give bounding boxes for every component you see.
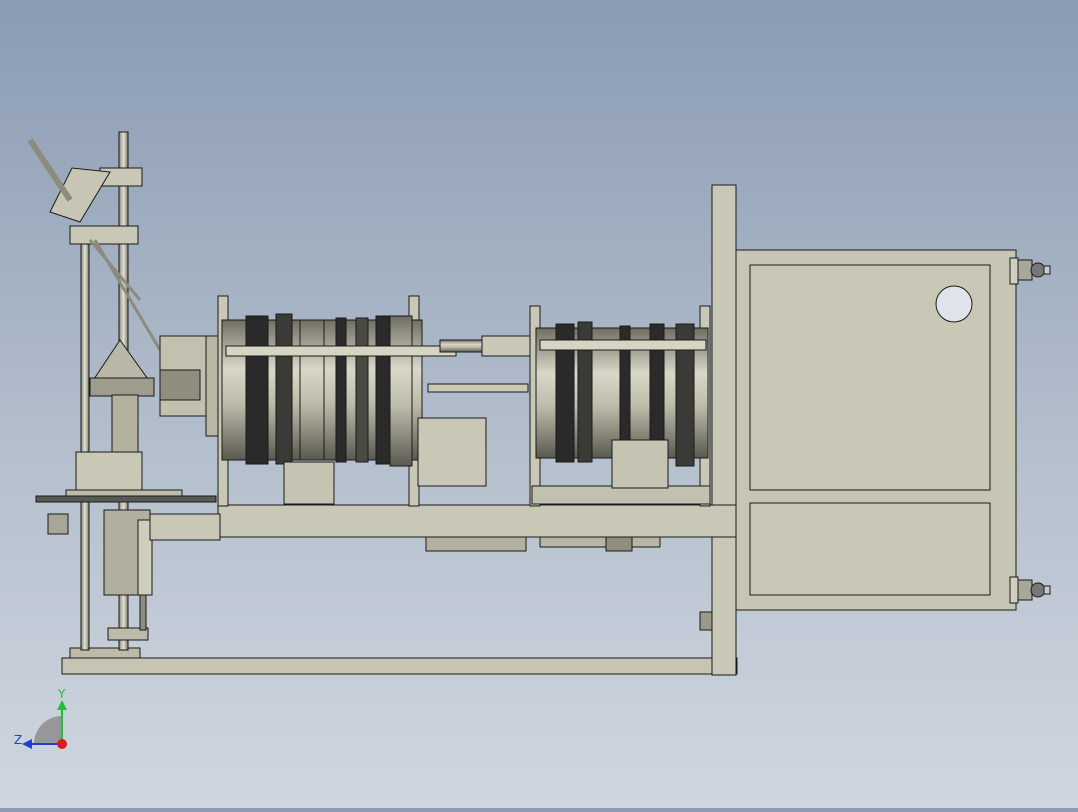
control-cabinet bbox=[699, 249, 1051, 631]
caster-bottom bbox=[1017, 579, 1051, 601]
z-axis-label: Z bbox=[14, 733, 22, 747]
x-axis-dot bbox=[57, 739, 67, 749]
cad-viewport[interactable]: Y Z bbox=[0, 0, 1078, 808]
axis-triad: Y Z bbox=[14, 687, 67, 749]
drum-unit-left bbox=[217, 295, 487, 507]
y-axis-label: Y bbox=[57, 687, 66, 701]
z-axis-arrow bbox=[22, 739, 32, 749]
connecting-shaft bbox=[427, 335, 541, 393]
y-axis-arrow bbox=[57, 700, 67, 710]
left-column-assembly bbox=[27, 131, 221, 651]
machine-drawing: Y Z bbox=[14, 131, 1051, 749]
caster-top bbox=[1017, 259, 1051, 281]
drum-unit-right bbox=[529, 305, 711, 507]
triad-quadrant bbox=[34, 716, 62, 744]
under-frame-drives bbox=[425, 536, 661, 552]
cabinet-port-hole bbox=[935, 285, 973, 323]
